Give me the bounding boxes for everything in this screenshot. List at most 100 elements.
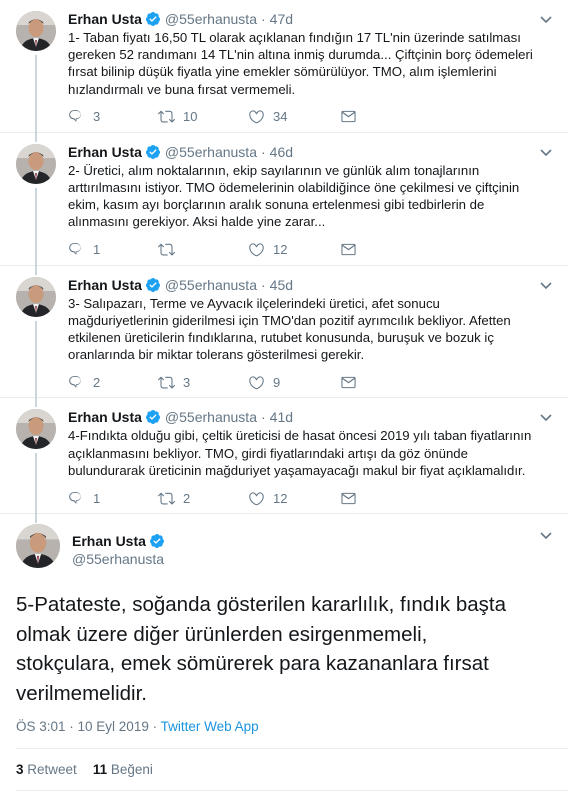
retweet-stat-label: Retweet [27, 762, 77, 778]
avatar[interactable] [16, 11, 56, 51]
tweet-actions: 1 2 12 [68, 483, 554, 513]
author-name[interactable]: Erhan Usta [68, 143, 142, 161]
like-button[interactable]: 12 [248, 241, 340, 258]
like-count: 12 [273, 242, 288, 258]
tweet-text: 4-Fındıkta olduğu gibi, çeltik üreticisi… [68, 428, 532, 478]
avatar[interactable] [16, 276, 56, 317]
retweet-icon [158, 492, 175, 505]
reply-icon [69, 243, 81, 255]
tweet-age[interactable]: 41d [270, 408, 293, 426]
reply-icon [69, 491, 81, 504]
reply-button[interactable]: 1 [68, 490, 158, 507]
chevron-down-icon[interactable] [538, 11, 554, 27]
retweet-count: 2 [183, 490, 191, 506]
reply-button[interactable]: 2 [68, 374, 158, 391]
tweet-age[interactable]: 47d [270, 10, 293, 28]
tweet-header: Erhan Usta @55erhanusta · 45d [68, 276, 554, 294]
avatar-image [16, 143, 56, 184]
envelope-icon [341, 492, 356, 504]
heart-icon [249, 243, 264, 257]
chevron-down-icon[interactable] [538, 144, 554, 160]
thread-connector [35, 187, 37, 275]
reply-count: 1 [93, 490, 101, 506]
tweet[interactable]: Erhan Usta @55erhanusta · 45d 3- Salıpaz… [0, 266, 568, 408]
like-count: 34 [273, 109, 288, 125]
author-block: Erhan Usta @55erhanusta [72, 524, 554, 568]
avatar-image [16, 276, 56, 317]
tweet-meta: ÖS 3:01 · 10 Eyl 2019 · Twitter Web App [16, 719, 568, 750]
direct-message-button[interactable] [340, 490, 430, 507]
tweet[interactable]: Erhan Usta @55erhanusta · 41d 4-Fındıkta… [0, 398, 568, 524]
author-handle[interactable]: @55erhanusta [72, 550, 554, 568]
avatar-image [16, 11, 56, 51]
direct-message-button[interactable] [340, 374, 430, 391]
verified-badge-icon [149, 533, 165, 549]
retweet-button[interactable] [158, 241, 248, 258]
retweet-button[interactable]: 3 [158, 374, 248, 391]
retweet-button[interactable]: 10 [158, 108, 248, 125]
tweet-header: Erhan Usta @55erhanusta · 46d [68, 143, 554, 161]
like-stat-label: Beğeni [110, 762, 153, 778]
avatar[interactable] [16, 409, 56, 450]
chevron-down-icon[interactable] [538, 277, 554, 293]
author-name[interactable]: Erhan Usta [68, 408, 142, 426]
tweet-age[interactable]: 46d [270, 143, 293, 161]
tweet-actions: 3 10 34 [68, 102, 554, 132]
like-button[interactable]: 34 [248, 108, 340, 125]
verified-badge-icon [145, 277, 161, 293]
tweet-text: 2- Üretici, alım noktalarının, ekip sayı… [68, 162, 520, 230]
tweet-header: Erhan Usta @55erhanusta · 47d [68, 10, 554, 28]
avatar[interactable] [16, 143, 56, 184]
retweet-stat[interactable]: 3 Retweet [16, 762, 77, 777]
reply-button[interactable]: 3 [68, 108, 158, 125]
main-tweet-text: 5-Patateste, soğanda gösterilen kararlıl… [16, 593, 506, 705]
author-handle[interactable]: @55erhanusta [165, 276, 257, 294]
like-stat[interactable]: 11 Beğeni [93, 762, 153, 777]
tweet-header: Erhan Usta @55erhanusta · 41d [68, 408, 554, 426]
verified-badge-icon [145, 144, 161, 160]
envelope-icon [341, 243, 356, 256]
reply-button[interactable]: 1 [68, 241, 158, 258]
heart-icon [249, 376, 264, 390]
chevron-down-icon[interactable] [538, 527, 554, 543]
author-handle[interactable]: @55erhanusta [165, 408, 257, 426]
reply-count: 1 [93, 242, 101, 258]
reply-icon [69, 376, 81, 388]
tweet-timestamp[interactable]: ÖS 3:01 · 10 Eyl 2019 · [16, 719, 161, 734]
tweet-text: 1- Taban fiyatı 16,50 TL olarak açıklana… [68, 30, 533, 97]
like-button[interactable]: 12 [248, 490, 340, 507]
retweet-button[interactable]: 2 [158, 490, 248, 507]
envelope-icon [341, 111, 356, 123]
avatar[interactable] [16, 524, 60, 569]
tweet[interactable]: Erhan Usta @55erhanusta · 46d 2- Üretici… [0, 133, 568, 275]
chevron-down-icon[interactable] [538, 409, 554, 425]
author-name[interactable]: Erhan Usta [72, 532, 146, 550]
thread-connector [35, 320, 37, 408]
retweet-stat-count: 3 [16, 762, 24, 778]
tweet-age[interactable]: 45d [270, 276, 293, 294]
tweet-source-link[interactable]: Twitter Web App [161, 719, 259, 734]
reply-count: 2 [93, 374, 101, 390]
author-handle[interactable]: @55erhanusta [165, 143, 257, 161]
avatar-image [16, 409, 56, 450]
separator-dot: · [260, 409, 266, 426]
tweet-actions: 2 3 9 [68, 367, 554, 397]
author-name[interactable]: Erhan Usta [68, 10, 142, 28]
avatar-image [16, 524, 60, 569]
separator-dot: · [260, 11, 266, 27]
tweet[interactable]: Erhan Usta @55erhanusta · 47d 1- Taban f… [0, 0, 568, 142]
retweet-icon [158, 111, 175, 123]
author-name[interactable]: Erhan Usta [68, 276, 142, 294]
separator-dot: · [260, 143, 266, 160]
tweet-stats: 3 Retweet 11 Beğeni [16, 749, 568, 792]
direct-message-button[interactable] [340, 241, 430, 258]
like-count: 9 [273, 374, 281, 390]
tweet-text: 3- Salıpazarı, Terme ve Ayvacık ilçeleri… [68, 295, 511, 363]
retweet-count: 10 [183, 109, 198, 125]
direct-message-button[interactable] [340, 108, 430, 125]
main-tweet[interactable]: Erhan Usta @55erhanusta 5-Patateste, soğ… [0, 514, 568, 792]
like-stat-count: 11 [92, 762, 108, 778]
verified-badge-icon [145, 409, 161, 425]
author-handle[interactable]: @55erhanusta [165, 10, 257, 28]
like-button[interactable]: 9 [248, 374, 340, 391]
